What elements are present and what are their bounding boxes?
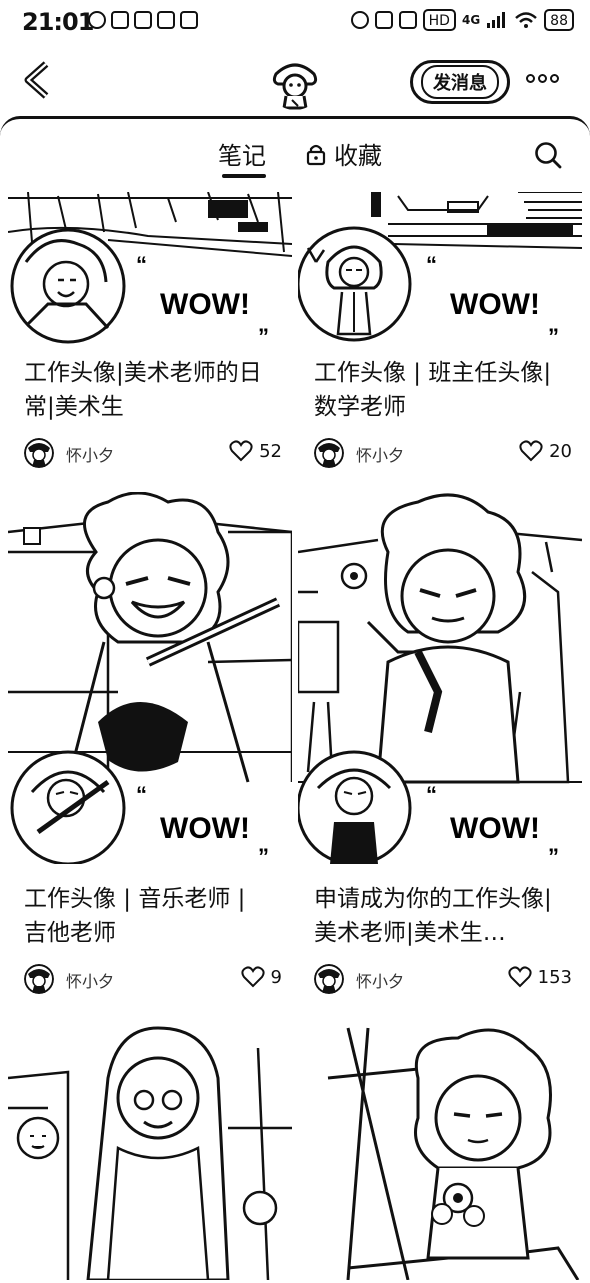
note-card[interactable]: “ WOW! ” 工作头像 | 音乐老师 | 吉他老师 怀小夕 9 — [8, 492, 292, 1008]
author-avatar[interactable] — [314, 438, 344, 468]
like-button[interactable]: 20 — [519, 440, 572, 462]
wow-badge: WOW! — [160, 812, 250, 845]
tab-favorites-label: 收藏 — [334, 142, 382, 170]
search-button[interactable] — [533, 140, 563, 174]
author-name[interactable]: 怀小夕 — [66, 442, 114, 466]
like-count: 153 — [537, 966, 572, 988]
system-status-icons: HD 4G 88 — [350, 9, 574, 31]
wifi-icon — [515, 12, 538, 28]
like-button[interactable]: 52 — [229, 440, 282, 462]
tab-favorites[interactable]: 收藏 — [306, 136, 382, 171]
search-icon — [535, 142, 562, 169]
note-cover-image[interactable]: “ WOW! ” — [298, 192, 582, 344]
gallery-notification-icon — [134, 11, 152, 29]
author-name[interactable]: 怀小夕 — [66, 968, 114, 992]
svg-text:”: ” — [548, 324, 559, 344]
hd-icon: HD — [422, 9, 456, 31]
note-card[interactable]: “ WOW! ” 工作头像|美术老师的日常|美术生 怀小夕 52 — [8, 192, 292, 482]
note-cover-image[interactable]: “ WOW! ” — [8, 192, 292, 344]
note-cover-image[interactable]: “ WOW! ” — [298, 492, 582, 864]
status-bar: 21:01 HD 4G 88 — [0, 0, 590, 44]
svg-text:“: “ — [136, 782, 147, 807]
svg-text:“: “ — [426, 782, 437, 807]
note-title[interactable]: 申请成为你的工作头像|美术老师|美术生… — [314, 882, 564, 950]
photo-notification-icon — [180, 11, 198, 29]
like-count: 20 — [549, 440, 572, 462]
cover-illustration: “ WOW! ” — [298, 192, 582, 344]
note-meta: 怀小夕 153 — [314, 964, 576, 994]
avatar-illustration — [24, 964, 54, 994]
profile-tabs: 笔记 收藏 — [0, 136, 590, 184]
note-cover-image[interactable] — [298, 1018, 582, 1280]
note-card[interactable] — [8, 1018, 292, 1280]
svg-text:”: ” — [258, 324, 269, 344]
network-type: 4G — [461, 13, 481, 27]
chat-notification-icon — [157, 11, 175, 29]
svg-text:”: ” — [548, 844, 559, 864]
author-name[interactable]: 怀小夕 — [356, 968, 404, 992]
lock-icon — [306, 144, 326, 165]
active-tab-indicator — [222, 174, 266, 178]
note-card[interactable] — [298, 1018, 582, 1280]
avatar-illustration — [272, 63, 318, 110]
battery-indicator: 88 — [544, 9, 574, 31]
status-time: 21:01 — [22, 8, 94, 36]
author-name[interactable]: 怀小夕 — [356, 442, 404, 466]
heart-icon — [240, 966, 265, 988]
tab-notes[interactable]: 笔记 — [218, 136, 266, 171]
cover-illustration — [327, 1027, 580, 1280]
profile-avatar[interactable] — [268, 56, 322, 110]
like-button[interactable]: 153 — [508, 966, 572, 988]
note-cover-image[interactable] — [8, 1018, 292, 1280]
vibrate-icon — [398, 11, 417, 29]
back-button[interactable] — [18, 58, 58, 102]
heart-icon — [519, 440, 543, 462]
author-avatar[interactable] — [24, 964, 54, 994]
avatar-illustration — [24, 438, 54, 468]
top-navigation: 发消息 — [0, 44, 590, 120]
like-button[interactable]: 9 — [240, 966, 282, 988]
note-meta: 怀小夕 20 — [314, 438, 576, 468]
note-card[interactable]: “ WOW! ” 工作头像 | 班主任头像|数学老师 怀小夕 20 — [298, 192, 582, 482]
author-avatar[interactable] — [314, 964, 344, 994]
note-title[interactable]: 工作头像 | 班主任头像|数学老师 — [314, 356, 564, 424]
mute-icon — [374, 11, 393, 29]
wow-badge: WOW! — [450, 288, 540, 321]
alarm-icon — [350, 11, 369, 29]
svg-text:“: “ — [426, 252, 437, 277]
notification-icons — [88, 11, 198, 29]
note-title[interactable]: 工作头像 | 音乐老师 | 吉他老师 — [24, 882, 274, 950]
note-cover-image[interactable]: “ WOW! ” — [8, 492, 292, 864]
author-avatar[interactable] — [24, 438, 54, 468]
cover-illustration: “ WOW! ” — [8, 192, 292, 344]
send-message-button[interactable]: 发消息 — [410, 60, 510, 104]
cover-illustration — [8, 1026, 292, 1280]
like-count: 52 — [259, 440, 282, 462]
wow-badge: WOW! — [450, 812, 540, 845]
svg-text:“: “ — [136, 252, 147, 277]
cover-illustration: “ WOW! ” — [298, 493, 582, 864]
avatar-illustration — [314, 438, 344, 468]
note-meta: 怀小夕 52 — [24, 438, 286, 468]
note-title[interactable]: 工作头像|美术老师的日常|美术生 — [24, 356, 274, 424]
send-message-label: 发消息 — [421, 65, 499, 99]
like-count: 9 — [270, 966, 282, 988]
heart-icon — [508, 966, 532, 988]
note-meta: 怀小夕 9 — [24, 964, 286, 994]
message-notification-icon — [111, 11, 129, 29]
svg-text:”: ” — [258, 844, 269, 864]
heart-icon — [229, 440, 253, 462]
signal-icon — [487, 12, 506, 28]
more-dots-icon[interactable] — [526, 74, 559, 83]
back-arrow-icon — [24, 61, 49, 99]
cover-illustration: “ WOW! ” — [8, 492, 292, 864]
avatar-illustration — [314, 964, 344, 994]
wow-badge: WOW! — [160, 288, 250, 321]
note-card[interactable]: “ WOW! ” 申请成为你的工作头像|美术老师|美术生… 怀小夕 153 — [298, 492, 582, 1008]
app-notification-icon — [88, 11, 106, 29]
